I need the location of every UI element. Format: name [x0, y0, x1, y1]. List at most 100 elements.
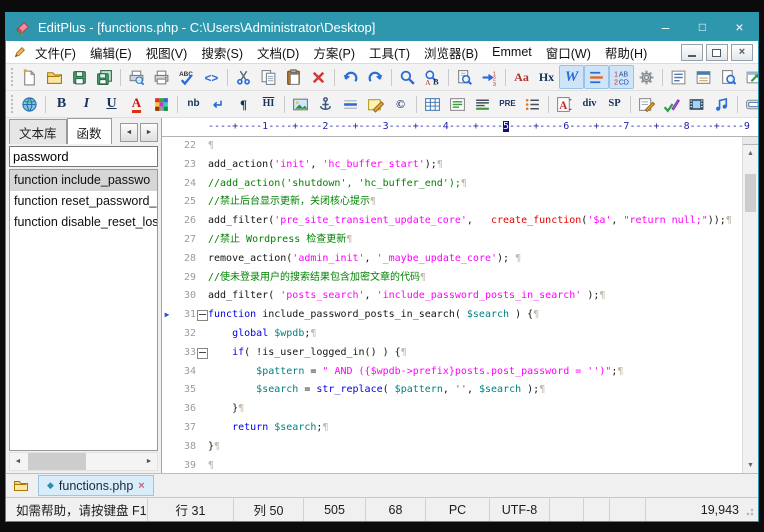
redo-button[interactable]	[363, 65, 388, 89]
heading-button[interactable]: HI	[256, 92, 281, 116]
print-preview-button[interactable]	[124, 65, 149, 89]
form-button[interactable]	[634, 92, 659, 116]
sidebar-tab-functions[interactable]: 函数	[67, 118, 112, 144]
code-line[interactable]: 32 global $wpdb;¶	[162, 325, 742, 344]
scroll-track[interactable]	[26, 453, 141, 470]
code-line[interactable]: 39¶	[162, 457, 742, 473]
mdi-restore-button[interactable]	[706, 44, 728, 61]
mdi-close-button[interactable]: ×	[731, 44, 753, 61]
textarea-button[interactable]	[445, 92, 470, 116]
table-button[interactable]	[420, 92, 445, 116]
code-line[interactable]: 33 if( !is_user_logged_in() ) {¶	[162, 344, 742, 363]
code-line[interactable]: 34 $pattern = " AND ({$wpdb->prefix}post…	[162, 363, 742, 382]
audio-button[interactable]	[709, 92, 734, 116]
close-button[interactable]: ×	[721, 13, 758, 41]
spell-check-button[interactable]: ABC	[174, 65, 199, 89]
document-tab[interactable]: ◆functions.php×	[38, 475, 154, 496]
horizontal-rule-button[interactable]	[338, 92, 363, 116]
minimize-button[interactable]: –	[647, 13, 684, 41]
menu-window[interactable]: 窗口(W)	[539, 41, 598, 63]
function-list-item[interactable]: function disable_reset_los	[10, 212, 157, 233]
list-button[interactable]	[520, 92, 545, 116]
close-tab-icon[interactable]: ×	[138, 480, 144, 492]
toolbar-grip[interactable]	[11, 95, 13, 113]
open-file-button[interactable]	[42, 65, 67, 89]
preferences-button[interactable]	[634, 65, 659, 89]
font-tag-button[interactable]: A	[552, 92, 577, 116]
code-line[interactable]: 36 }¶	[162, 400, 742, 419]
anchor-button[interactable]	[313, 92, 338, 116]
save-button[interactable]	[67, 65, 92, 89]
menu-project[interactable]: 方案(P)	[306, 41, 362, 63]
code-line[interactable]: 29//使未登录用户的搜索结果包含加密文章的代码¶	[162, 269, 742, 288]
code-line[interactable]: 25//禁止后台显示更新，关闭核心提示¶	[162, 193, 742, 212]
code-line[interactable]: 35 $search = str_replace( $pattern, '', …	[162, 381, 742, 400]
view-in-browser-button[interactable]: <>	[199, 65, 224, 89]
goto-line-button[interactable]: 123	[477, 65, 502, 89]
split-handle[interactable]	[743, 137, 758, 145]
scroll-right-icon[interactable]: ►	[141, 453, 157, 470]
script-button[interactable]	[659, 92, 684, 116]
menu-browser[interactable]: 浏览器(B)	[417, 41, 485, 63]
scroll-thumb[interactable]	[28, 453, 86, 470]
font-color-button[interactable]: A	[124, 92, 149, 116]
code-line[interactable]: ▶31function include_password_posts_in_se…	[162, 306, 742, 325]
code-line[interactable]: 30add_filter( 'posts_search', 'include_p…	[162, 287, 742, 306]
toolbar-grip[interactable]	[11, 68, 13, 86]
menu-view[interactable]: 视图(V)	[139, 41, 195, 63]
menu-help[interactable]: 帮助(H)	[598, 41, 654, 63]
cut-button[interactable]	[231, 65, 256, 89]
scroll-thumb[interactable]	[745, 174, 756, 212]
function-list-item[interactable]: function include_passwo	[10, 170, 157, 191]
code-line[interactable]: 23add_action('init', 'hc_buffer_start');…	[162, 156, 742, 175]
fold-collapse-icon[interactable]	[196, 306, 208, 325]
word-wrap-button[interactable]: W	[559, 65, 584, 89]
code-line[interactable]: 37 return $search;¶	[162, 419, 742, 438]
browser-window-button[interactable]	[741, 65, 758, 89]
menu-edit[interactable]: 编辑(E)	[83, 41, 139, 63]
full-screen-button[interactable]	[716, 65, 741, 89]
tab-scroll-left-icon[interactable]: ◄	[120, 123, 138, 142]
code-line[interactable]: 22¶	[162, 137, 742, 156]
find-button[interactable]	[395, 65, 420, 89]
pre-button[interactable]: PRE	[495, 92, 520, 116]
function-filter-input[interactable]	[9, 146, 158, 167]
replace-button[interactable]: BA	[420, 65, 445, 89]
paragraph-button[interactable]: ¶	[231, 92, 256, 116]
fold-collapse-icon[interactable]	[196, 344, 208, 363]
code-line[interactable]: 38}¶	[162, 438, 742, 457]
bold-button[interactable]: B	[49, 92, 74, 116]
print-button[interactable]	[149, 65, 174, 89]
paste-button[interactable]	[281, 65, 306, 89]
copyright-button[interactable]: ©	[388, 92, 413, 116]
video-button[interactable]	[684, 92, 709, 116]
object-button[interactable]	[741, 92, 758, 116]
maximize-button[interactable]: □	[684, 13, 721, 41]
color-picker-button[interactable]	[149, 92, 174, 116]
code-line[interactable]: 28remove_action('admin_init', '_maybe_up…	[162, 250, 742, 269]
editor-vertical-scrollbar[interactable]: ▲ ▼	[742, 137, 758, 473]
menu-file[interactable]: 文件(F)	[28, 41, 83, 63]
cliptext-panel-button[interactable]	[666, 65, 691, 89]
sidebar-tab-cliptext[interactable]: 文本库	[9, 119, 67, 144]
documents-folder-icon[interactable]	[13, 478, 29, 494]
menu-emmet[interactable]: Emmet	[485, 41, 539, 63]
frame-button[interactable]	[470, 92, 495, 116]
resize-grip[interactable]	[745, 498, 758, 521]
line-break-button[interactable]: ↵	[206, 92, 231, 116]
div-button[interactable]: div	[577, 92, 602, 116]
sidebar-horizontal-scrollbar[interactable]: ◄ ►	[9, 452, 158, 471]
code-lines[interactable]: 22¶23add_action('init', 'hc_buffer_start…	[162, 137, 742, 473]
scroll-down-icon[interactable]: ▼	[743, 457, 758, 473]
undo-button[interactable]	[338, 65, 363, 89]
span-button[interactable]: SP	[602, 92, 627, 116]
hex-view-button[interactable]: Hx	[534, 65, 559, 89]
code-line[interactable]: 26add_filter('pre_site_transient_update_…	[162, 212, 742, 231]
underline-button[interactable]: U	[99, 92, 124, 116]
nbsp-button[interactable]: nb	[181, 92, 206, 116]
code-line[interactable]: 27//禁止 Wordpress 检查更新¶	[162, 231, 742, 250]
wrap-column-button[interactable]	[584, 65, 609, 89]
copy-button[interactable]	[256, 65, 281, 89]
menu-tools[interactable]: 工具(T)	[362, 41, 417, 63]
line-numbers-button[interactable]: 1AB2CD	[609, 65, 634, 89]
